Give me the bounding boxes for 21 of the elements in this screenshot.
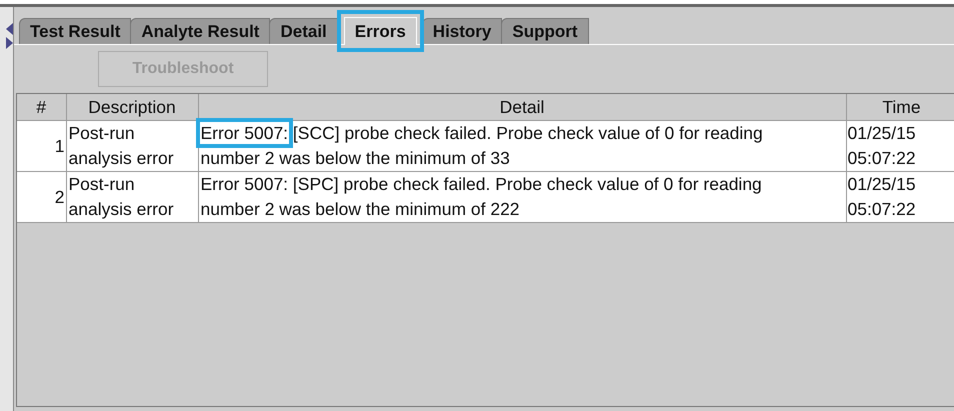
- tab[interactable]: Analyte Result: [130, 18, 270, 44]
- left-arrow-icon[interactable]: [6, 23, 13, 35]
- column-header[interactable]: Description: [66, 94, 198, 120]
- tab[interactable]: Errors: [344, 17, 417, 45]
- timestamp: 01/25/15 05:07:22: [848, 122, 917, 170]
- column-header[interactable]: #: [17, 94, 66, 120]
- tab[interactable]: Detail: [269, 18, 338, 44]
- splitter-handle[interactable]: [0, 7, 14, 411]
- description-text: Post-run analysis error: [68, 122, 175, 170]
- column-header[interactable]: Detail: [198, 94, 846, 120]
- timestamp: 01/25/15 05:07:22: [848, 173, 917, 221]
- error-detail-text: Error 5007: [SCC] probe check failed. Probe check value of 0 for reading number 2 was below the minimum of 33: [200, 122, 764, 170]
- row-number: 2: [54, 186, 64, 208]
- description-text: Post-run analysis error: [68, 173, 175, 221]
- tab[interactable]: Support: [501, 18, 589, 44]
- tab[interactable]: Test Result: [19, 18, 132, 44]
- column-header[interactable]: Time: [846, 94, 954, 120]
- tab[interactable]: History: [422, 18, 502, 44]
- error-detail-text: Error 5007: [SPC] probe check failed. Probe check value of 0 for reading number 2 was below the minimum of 222: [200, 173, 763, 221]
- right-arrow-icon[interactable]: [6, 37, 13, 49]
- row-number: 1: [54, 134, 64, 158]
